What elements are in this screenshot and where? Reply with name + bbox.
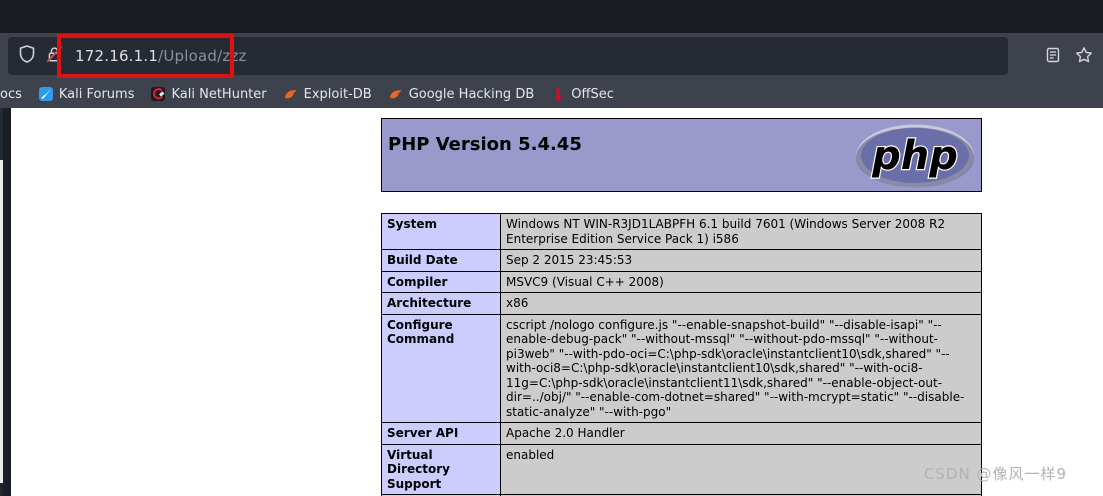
url-host[interactable]: 172.16.1.1 bbox=[75, 47, 158, 65]
offsec-icon bbox=[551, 87, 565, 101]
reader-mode-icon[interactable] bbox=[1045, 47, 1061, 67]
bookmark-star-icon[interactable] bbox=[1075, 46, 1093, 68]
bookmark-item-kali-nethunter[interactable]: Kali NetHunter bbox=[151, 87, 266, 102]
php-logo: php bbox=[854, 123, 976, 193]
navigation-toolbar: 172.16.1.1/Upload/zzz bbox=[0, 33, 1103, 80]
bookmark-label: Exploit-DB bbox=[304, 87, 372, 102]
bookmark-item-google-hacking-db[interactable]: Google Hacking DB bbox=[389, 87, 535, 102]
bookmark-item-kali-forums[interactable]: Kali Forums bbox=[39, 87, 135, 102]
bookmark-item-exploit-db[interactable]: Exploit-DB bbox=[284, 87, 372, 102]
php-version-header: PHP Version 5.4.45 php bbox=[381, 118, 982, 192]
table-row: Configure Command cscript /nologo config… bbox=[382, 314, 982, 423]
row-value: Apache 2.0 Handler bbox=[501, 423, 982, 445]
exploit-db-bird-icon bbox=[284, 87, 298, 101]
row-label: Virtual Directory Support bbox=[382, 444, 501, 495]
bookmark-label: Kali NetHunter bbox=[171, 87, 266, 102]
row-value: Sep 2 2015 23:45:53 bbox=[501, 250, 982, 272]
row-label: Configure Command bbox=[382, 314, 501, 423]
web-page-phpinfo: PHP Version 5.4.45 php System Windows NT… bbox=[0, 108, 1103, 496]
google-hacking-db-bird-icon bbox=[389, 87, 403, 101]
bookmark-label: Google Hacking DB bbox=[409, 87, 535, 102]
row-label: Build Date bbox=[382, 250, 501, 272]
row-label: Server API bbox=[382, 423, 501, 445]
row-value: enabled bbox=[501, 444, 982, 495]
bookmark-label: ocs bbox=[0, 87, 22, 102]
table-row: Server API Apache 2.0 Handler bbox=[382, 423, 982, 445]
row-label: Compiler bbox=[382, 271, 501, 293]
table-row: Architecture x86 bbox=[382, 293, 982, 315]
row-label: Architecture bbox=[382, 293, 501, 315]
phpinfo-table: System Windows NT WIN-R3JD1LABPFH 6.1 bu… bbox=[381, 213, 982, 496]
insecure-lock-icon[interactable] bbox=[46, 45, 63, 67]
tab-bar[interactable] bbox=[0, 0, 1103, 33]
row-value: x86 bbox=[501, 293, 982, 315]
url-bar[interactable]: 172.16.1.1/Upload/zzz bbox=[8, 37, 1008, 75]
shield-icon[interactable] bbox=[18, 45, 36, 67]
identity-box[interactable] bbox=[8, 45, 75, 67]
url-path[interactable]: /Upload/zzz bbox=[158, 47, 247, 65]
kali-nethunter-icon bbox=[151, 87, 165, 101]
bookmark-item-docs-cut[interactable]: ocs bbox=[0, 87, 22, 102]
table-row: Virtual Directory Support enabled bbox=[382, 444, 982, 495]
bookmark-item-offsec[interactable]: OffSec bbox=[551, 87, 614, 102]
table-row: Build Date Sep 2 2015 23:45:53 bbox=[382, 250, 982, 272]
row-value: cscript /nologo configure.js "--enable-s… bbox=[501, 314, 982, 423]
kali-forums-icon bbox=[39, 87, 53, 101]
row-label: System bbox=[382, 214, 501, 250]
bookmarks-toolbar: ocs Kali Forums Kali NetHunter Exploit-D… bbox=[0, 80, 1103, 108]
table-row: System Windows NT WIN-R3JD1LABPFH 6.1 bu… bbox=[382, 214, 982, 250]
bookmark-label: OffSec bbox=[571, 87, 614, 102]
table-row: Compiler MSVC9 (Visual C++ 2008) bbox=[382, 271, 982, 293]
row-value: MSVC9 (Visual C++ 2008) bbox=[501, 271, 982, 293]
php-logo-text: php bbox=[871, 133, 958, 179]
left-edge-dark-bar bbox=[3, 108, 11, 496]
csdn-watermark: CSDN @像风一样9 bbox=[924, 463, 1067, 484]
browser-window: 172.16.1.1/Upload/zzz ocs Kali Forums bbox=[0, 0, 1103, 496]
url-text[interactable]: 172.16.1.1/Upload/zzz bbox=[75, 47, 247, 65]
bookmark-label: Kali Forums bbox=[59, 87, 135, 102]
row-value: Windows NT WIN-R3JD1LABPFH 6.1 build 760… bbox=[501, 214, 982, 250]
